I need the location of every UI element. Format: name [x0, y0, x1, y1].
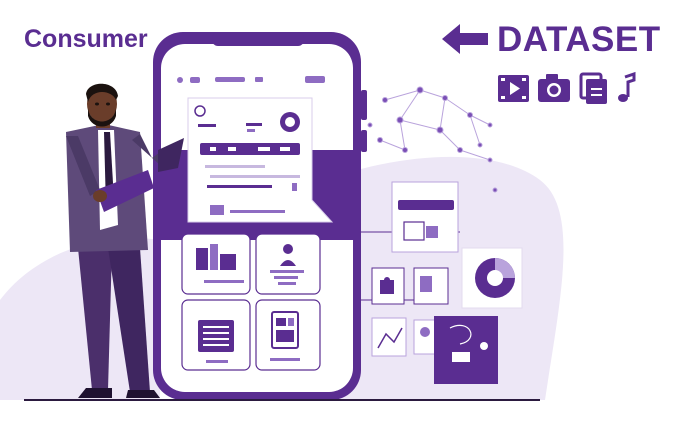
pie-chart-icon [475, 258, 515, 298]
document-icon [579, 72, 607, 104]
music-note-icon [618, 71, 636, 102]
dataset-label: DATASET [497, 20, 661, 59]
left-arrow-icon [442, 24, 488, 54]
document-list-icon [198, 320, 234, 352]
consumer-label: Consumer [24, 25, 148, 53]
smartphone [153, 32, 367, 400]
phone-info-card [187, 97, 334, 223]
gear-icon [280, 112, 300, 132]
camera-icon [538, 74, 570, 102]
illustration-scene [0, 24, 636, 401]
video-icon [498, 75, 529, 102]
